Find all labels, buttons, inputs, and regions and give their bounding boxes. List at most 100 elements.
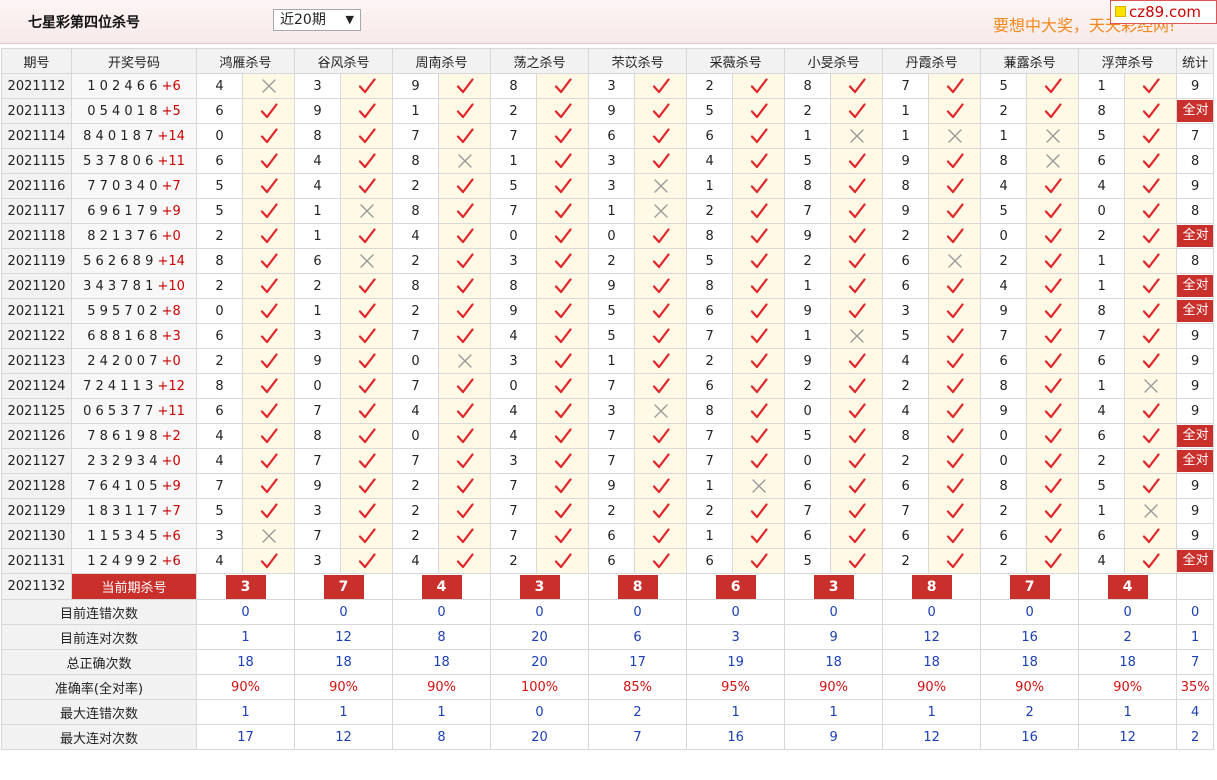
- kill-number: 5: [980, 73, 1028, 99]
- result-cell: [438, 448, 492, 474]
- check-icon: [554, 228, 572, 244]
- table-row: 2021130 1 1 5 3 4 5 +6 3 7 2 7 6 1 6 6 6 6 9: [1, 523, 1215, 549]
- draw-digits: 6 9 6 1 7 9: [87, 203, 158, 219]
- check-icon: [260, 378, 278, 394]
- column-header-expert[interactable]: 芣苡杀号: [588, 48, 688, 74]
- table-row: 2021124 7 2 4 1 1 3 +12 8 0 7 0 7 6 2 2 8 1 9: [1, 373, 1215, 399]
- result-cell: [1026, 248, 1080, 274]
- summary-value: 90%: [784, 674, 884, 700]
- result-cell: [928, 348, 982, 374]
- logo-square-icon: [1115, 6, 1126, 17]
- draw-numbers: 8 2 1 3 7 6 +0: [71, 223, 197, 249]
- check-icon: [358, 78, 376, 94]
- current-kill-badge: 8: [617, 574, 658, 599]
- check-icon: [1044, 453, 1062, 469]
- column-header-expert[interactable]: 蒹露杀号: [980, 48, 1080, 74]
- result-cell: [340, 548, 394, 574]
- kill-number: 6: [1078, 148, 1126, 174]
- check-icon: [1142, 353, 1160, 369]
- check-icon: [1142, 528, 1160, 544]
- check-icon: [456, 403, 474, 419]
- summary-value: 18: [294, 649, 394, 675]
- result-cell: [634, 348, 688, 374]
- result-cell: [732, 298, 786, 324]
- check-icon: [848, 378, 866, 394]
- kill-number: 0: [980, 423, 1028, 449]
- summary-value: 16: [686, 724, 786, 750]
- summary-value: 18: [1078, 649, 1178, 675]
- column-header-expert[interactable]: 谷风杀号: [294, 48, 394, 74]
- kill-number: 4: [196, 448, 243, 474]
- result-cell: [438, 373, 492, 399]
- check-icon: [848, 428, 866, 444]
- column-header-expert[interactable]: 丹霞杀号: [882, 48, 982, 74]
- issue-number: 2021117: [1, 198, 72, 224]
- kill-number: 9: [294, 98, 342, 124]
- stat-cell: 8: [1176, 198, 1215, 224]
- check-icon: [1044, 478, 1062, 494]
- period-select[interactable]: 近20期 ▼: [273, 9, 361, 31]
- check-icon: [946, 78, 964, 94]
- check-icon: [848, 153, 866, 169]
- kill-number: 7: [196, 473, 243, 499]
- result-cell: [1026, 73, 1080, 99]
- kill-number: 2: [980, 98, 1028, 124]
- check-icon: [260, 453, 278, 469]
- current-kill-number: 6: [686, 573, 786, 600]
- result-cell: [732, 248, 786, 274]
- kill-number: 3: [882, 298, 930, 324]
- site-logo[interactable]: cz89.com: [1110, 0, 1217, 24]
- kill-number: 7: [490, 523, 538, 549]
- result-cell: [634, 523, 688, 549]
- summary-value: 12: [294, 624, 394, 650]
- kill-number: 2: [980, 548, 1028, 574]
- summary-value: 2: [588, 699, 688, 725]
- column-header-expert[interactable]: 鸿雁杀号: [195, 48, 296, 74]
- draw-numbers: 2 4 2 0 0 7 +0: [71, 348, 197, 374]
- draw-digits: 5 9 5 7 0 2: [87, 303, 158, 319]
- column-header-expert[interactable]: 浮萍杀号: [1078, 48, 1178, 74]
- result-cell: [340, 323, 394, 349]
- result-cell: [536, 198, 590, 224]
- result-cell: [1124, 123, 1178, 149]
- issue-number: 2021123: [1, 348, 72, 374]
- kill-number: 4: [490, 398, 538, 424]
- issue-number: 2021125: [1, 398, 72, 424]
- logo-text: cz89.com: [1129, 3, 1202, 21]
- kill-number: 4: [294, 148, 342, 174]
- check-icon: [652, 78, 670, 94]
- draw-sum: +0: [161, 453, 181, 469]
- result-cell: [536, 473, 590, 499]
- summary-value: 0: [195, 599, 296, 625]
- column-header-expert[interactable]: 周南杀号: [392, 48, 492, 74]
- page: 七星彩第四位杀号 近20期 ▼ 要想中大奖，天天彩经网! cz89.com 期号…: [0, 0, 1217, 780]
- check-icon: [1044, 178, 1062, 194]
- check-icon: [358, 128, 376, 144]
- result-cell: [1026, 298, 1080, 324]
- check-icon: [1142, 278, 1160, 294]
- column-header-expert[interactable]: 荡之杀号: [490, 48, 590, 74]
- column-header-expert[interactable]: 采薇杀号: [686, 48, 786, 74]
- result-cell: [536, 448, 590, 474]
- table-row: 2021113 0 5 4 0 1 8 +5 6 9 1 2 9 5 2 1 2 8 全对: [1, 98, 1215, 124]
- result-cell: [928, 448, 982, 474]
- check-icon: [554, 303, 572, 319]
- check-icon: [1142, 103, 1160, 119]
- summary-value: 90%: [980, 674, 1080, 700]
- summary-value: 1: [784, 699, 884, 725]
- result-cell: [241, 273, 296, 299]
- stat-cell: 7: [1176, 123, 1215, 149]
- result-cell: [1124, 448, 1178, 474]
- kill-number: 1: [686, 473, 734, 499]
- check-icon: [946, 103, 964, 119]
- check-icon: [456, 228, 474, 244]
- result-cell: [732, 223, 786, 249]
- check-icon: [1044, 378, 1062, 394]
- check-icon: [260, 203, 278, 219]
- column-header-issue: 期号: [1, 48, 72, 74]
- kill-number: 3: [490, 248, 538, 274]
- column-header-expert[interactable]: 小旻杀号: [784, 48, 884, 74]
- kill-number: 1: [1078, 248, 1126, 274]
- kill-number: 8: [1078, 98, 1126, 124]
- result-cell: [438, 548, 492, 574]
